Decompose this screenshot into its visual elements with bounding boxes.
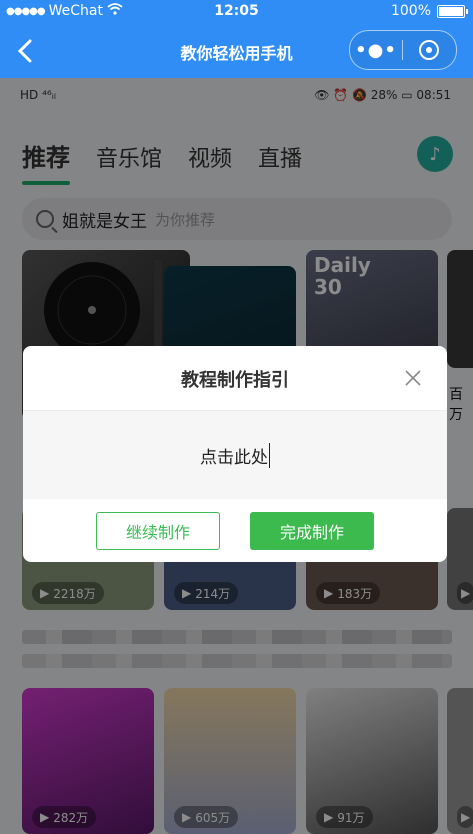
- finish-button[interactable]: 完成制作: [250, 511, 374, 550]
- more-dots-icon: •●•: [355, 39, 397, 61]
- dialog-header: 教程制作指引: [23, 346, 447, 411]
- wechat-status-bar: ●●●●● WeChat 12:05 100%: [0, 0, 473, 24]
- dialog-close-button[interactable]: [399, 364, 427, 392]
- target-close-icon: [419, 40, 439, 60]
- dialog-footer: 继续制作 完成制作: [23, 499, 447, 562]
- capsule-menu: •●•: [349, 30, 457, 70]
- close-icon: [405, 370, 421, 386]
- continue-button[interactable]: 继续制作: [96, 511, 220, 550]
- dialog-body[interactable]: 点击此处: [23, 411, 447, 499]
- close-miniprogram-button[interactable]: [403, 40, 455, 60]
- click-here-text[interactable]: 点击此处: [200, 442, 270, 468]
- miniprogram-nav-bar: 教你轻松用手机 •●•: [0, 24, 473, 78]
- battery-percent: 100%: [390, 3, 431, 19]
- battery-icon: [437, 4, 468, 18]
- dialog-title: 教程制作指引: [181, 370, 289, 391]
- more-button[interactable]: •●•: [350, 40, 402, 61]
- tutorial-guide-dialog: 教程制作指引 点击此处 继续制作 完成制作: [23, 346, 447, 562]
